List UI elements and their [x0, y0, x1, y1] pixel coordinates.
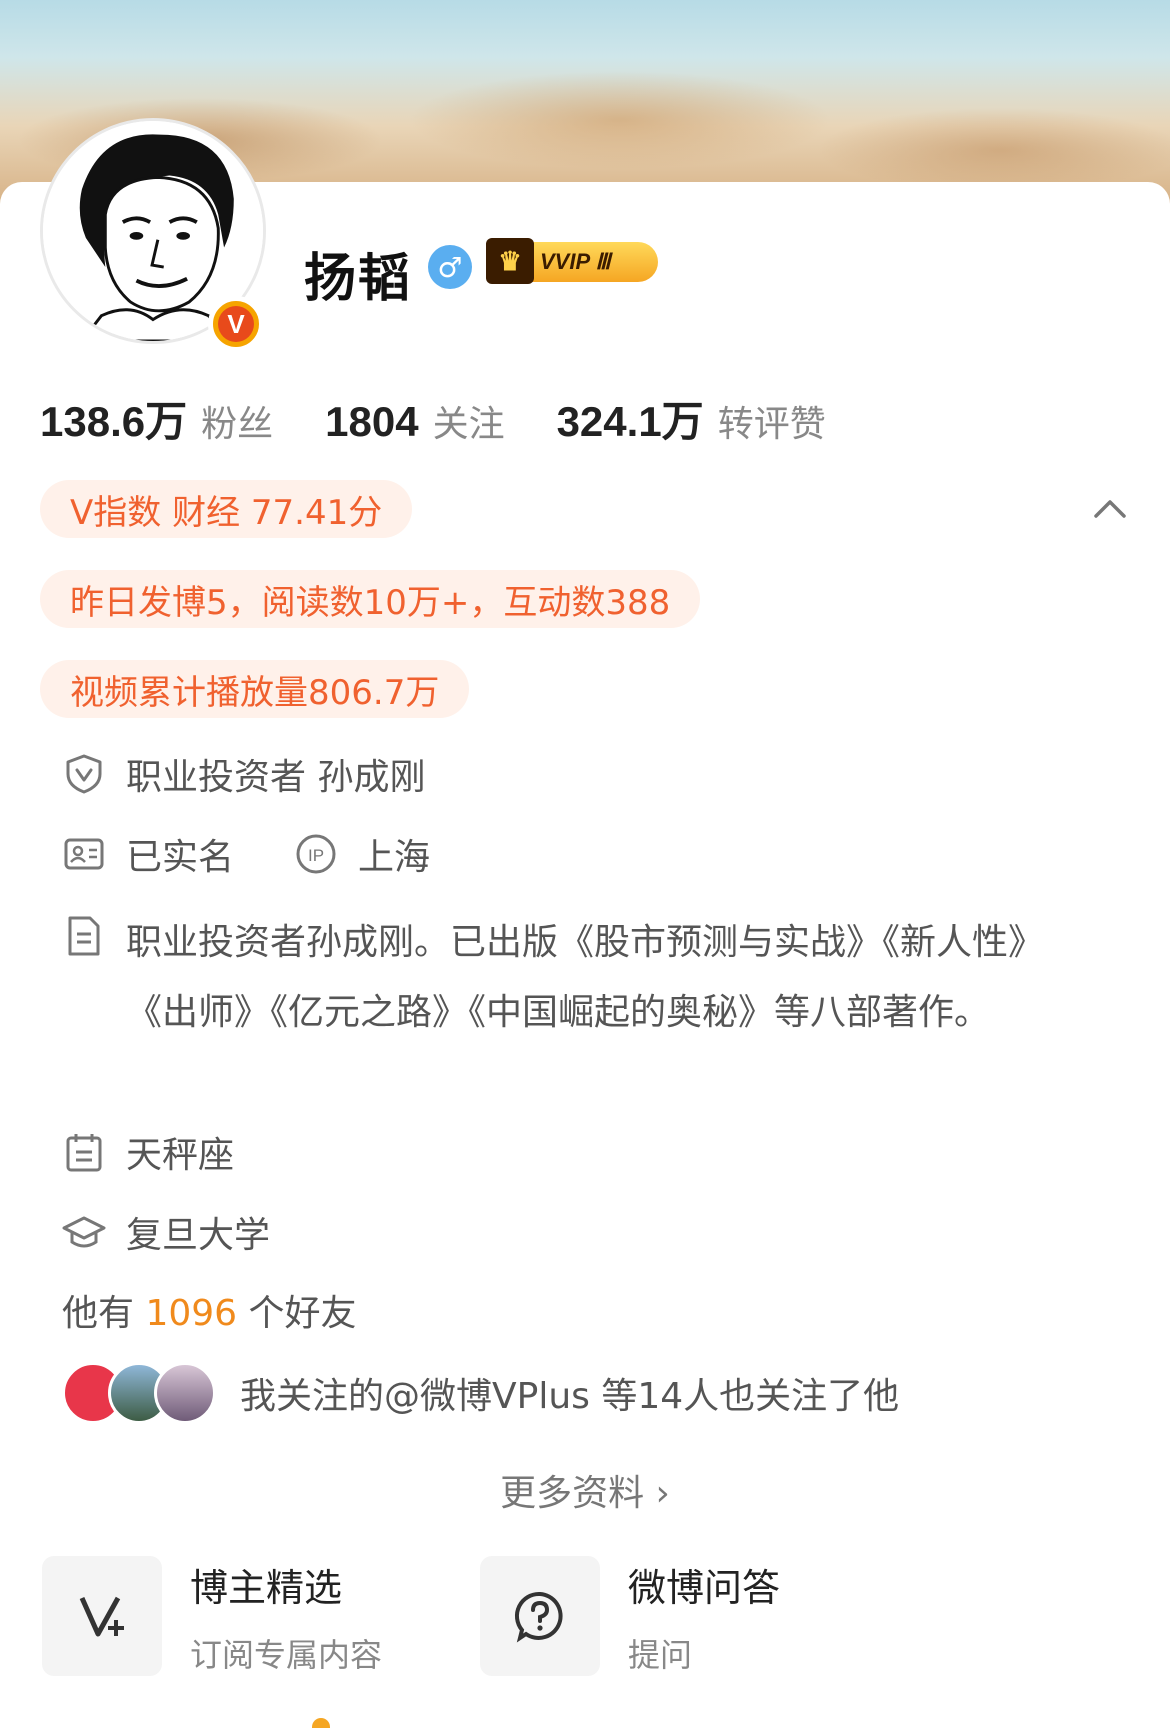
ip-location-icon: IP: [296, 834, 336, 874]
feature-title: 微博问答: [628, 1565, 781, 1610]
yesterday-stats-pill[interactable]: 昨日发博5，阅读数10万+，互动数388: [40, 570, 701, 628]
stat-label: 转评赞: [717, 404, 826, 445]
ip-location-text: 上海: [358, 837, 431, 878]
chevron-up-icon[interactable]: [1090, 490, 1130, 530]
more-info-link[interactable]: 更多资料 ›: [0, 1464, 1170, 1516]
calendar-icon: [66, 1134, 102, 1172]
stat-value: 1804: [325, 398, 419, 445]
friends-count: 1096: [145, 1293, 238, 1334]
stat-label: 关注: [432, 404, 505, 445]
gender-male-icon: ♂: [428, 245, 472, 289]
stat-value: 138.6万: [40, 398, 188, 445]
question-icon: [480, 1556, 600, 1676]
feature-subtitle: 订阅专属内容: [190, 1635, 383, 1674]
verification-row: 职业投资者 孙成刚: [62, 748, 425, 800]
feature-title: 博主精选: [190, 1565, 343, 1610]
constellation-row: 天秤座: [62, 1126, 234, 1178]
verification-text: 职业投资者 孙成刚: [126, 757, 426, 798]
friends-prefix: 他有: [62, 1293, 135, 1334]
bio-text: 职业投资者孙成刚。已出版《股市预测与实战》《新人性》《出师》《亿元之路》《中国崛…: [126, 922, 1045, 1033]
school-text: 复旦大学: [126, 1215, 271, 1256]
stat-value: 324.1万: [556, 398, 704, 445]
realname-text: 已实名: [126, 837, 235, 878]
vplus-icon: [42, 1556, 162, 1676]
mutual-followers-row[interactable]: 我关注的@微博VPlus 等14人也关注了他: [62, 1362, 899, 1424]
blogger-picks-button[interactable]: 博主精选 订阅专属内容: [42, 1556, 382, 1676]
constellation-text: 天秤座: [126, 1135, 235, 1176]
stat-following[interactable]: 1804 关注: [325, 395, 504, 447]
stat-interactions[interactable]: 324.1万 转评赞: [557, 388, 826, 449]
id-card-icon: [64, 838, 104, 870]
school-row: 复旦大学: [62, 1206, 270, 1258]
friends-suffix: 个好友: [248, 1293, 357, 1334]
graduation-cap-icon: [62, 1216, 106, 1248]
friends-count-row[interactable]: 他有 1096 个好友: [62, 1284, 357, 1336]
bio-row: 职业投资者孙成刚。已出版《股市预测与实战》《新人性》《出师》《亿元之路》《中国崛…: [62, 908, 1082, 1048]
vvip-badge-label: VVIP Ⅲ: [540, 249, 611, 274]
profile-name: 扬韬: [304, 249, 413, 309]
svg-text:IP: IP: [308, 846, 324, 865]
crown-icon: ♛: [486, 238, 534, 284]
verified-badge-icon: V: [208, 296, 264, 352]
stat-followers[interactable]: 138.6万 粉丝: [40, 388, 273, 449]
weibo-qa-button[interactable]: 微博问答 提问: [480, 1556, 780, 1676]
v-index-pill[interactable]: V指数 财经 77.41分: [40, 480, 413, 538]
verified-badge-label: V: [218, 306, 254, 342]
vvip-badge[interactable]: ♛ VVIP Ⅲ: [486, 238, 658, 284]
video-views-pill[interactable]: 视频累计播放量806.7万: [40, 660, 470, 718]
feature-text: 微博问答 提问: [628, 1557, 780, 1676]
avatar: [154, 1362, 216, 1424]
document-icon: [68, 916, 100, 956]
shield-verified-icon: [66, 754, 102, 794]
stat-label: 粉丝: [201, 404, 274, 445]
profile-stats: 138.6万 粉丝 1804 关注 324.1万 转评赞: [40, 388, 878, 449]
feature-subtitle: 提问: [628, 1635, 693, 1674]
feature-text: 博主精选 订阅专属内容: [190, 1557, 382, 1676]
mutual-followers-text: 我关注的@微博VPlus 等14人也关注了他: [240, 1376, 900, 1417]
identity-row: 已实名 IP 上海: [62, 828, 430, 880]
